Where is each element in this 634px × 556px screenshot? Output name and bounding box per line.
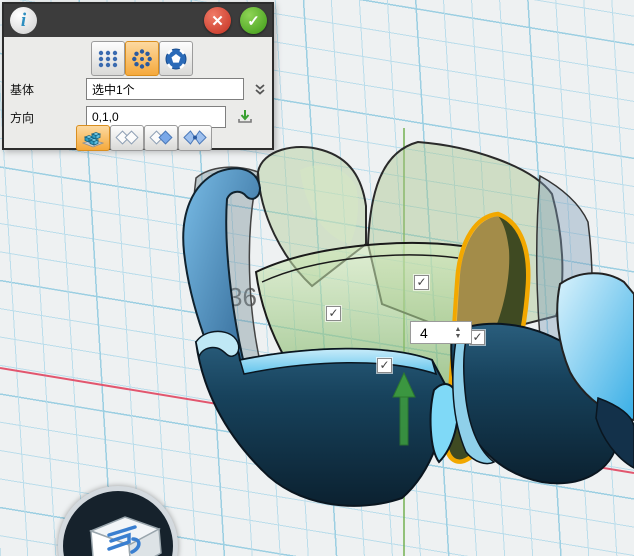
solid-bodies-button[interactable] [76,125,110,151]
diamonds-white-icon [114,129,140,147]
cad-viewport[interactable]: 36 [0,0,634,556]
dialog-header[interactable]: i ✕ ✓ [4,4,272,37]
diamond-white-blue-icon [148,129,174,147]
base-field-row: 基体 [4,78,267,100]
base-label: 基体 [4,81,86,98]
spherical-pattern-button[interactable] [159,41,193,76]
circular-pattern-icon [130,47,154,71]
spinner-up-icon[interactable]: ▲ [451,326,465,333]
feature-checkbox-4[interactable]: ✓ [377,358,392,373]
pattern-count-input[interactable] [411,323,451,342]
spherical-pattern-icon [164,47,188,71]
subtract-mode-button[interactable] [144,125,178,151]
count-spinner[interactable]: ▲ ▼ [451,326,465,340]
nav-cube-icon [63,505,173,556]
feature-checkbox-1[interactable]: ✓ [326,306,341,321]
feature-checkbox-2[interactable]: ✓ [414,275,429,290]
circular-pattern-button[interactable] [125,41,159,76]
direction-arrow-stem[interactable] [400,397,408,445]
spinner-down-icon[interactable]: ▼ [451,333,465,340]
cancel-button[interactable]: ✕ [204,7,231,34]
rectangular-pattern-button[interactable] [91,41,125,76]
merge-mode-button[interactable] [110,125,144,151]
pick-direction-icon[interactable] [237,109,253,125]
confirm-button[interactable]: ✓ [240,7,267,34]
solid-bodies-icon [81,128,105,148]
intersect-mode-button[interactable] [178,125,212,151]
pattern-type-toolbar [91,41,193,76]
pattern-count-box[interactable]: ▲ ▼ [410,321,472,344]
rectangular-pattern-icon [96,47,120,71]
feature-checkbox-3[interactable]: ✓ [470,330,485,345]
pattern-dialog: i ✕ ✓ [2,2,274,150]
chevron-double-down-icon[interactable] [253,82,267,96]
direction-label: 方向 [4,109,86,126]
diamonds-blue-dot-icon [182,129,208,147]
result-mode-toolbar [76,125,212,151]
base-input[interactable] [86,78,244,100]
info-icon[interactable]: i [10,7,37,34]
